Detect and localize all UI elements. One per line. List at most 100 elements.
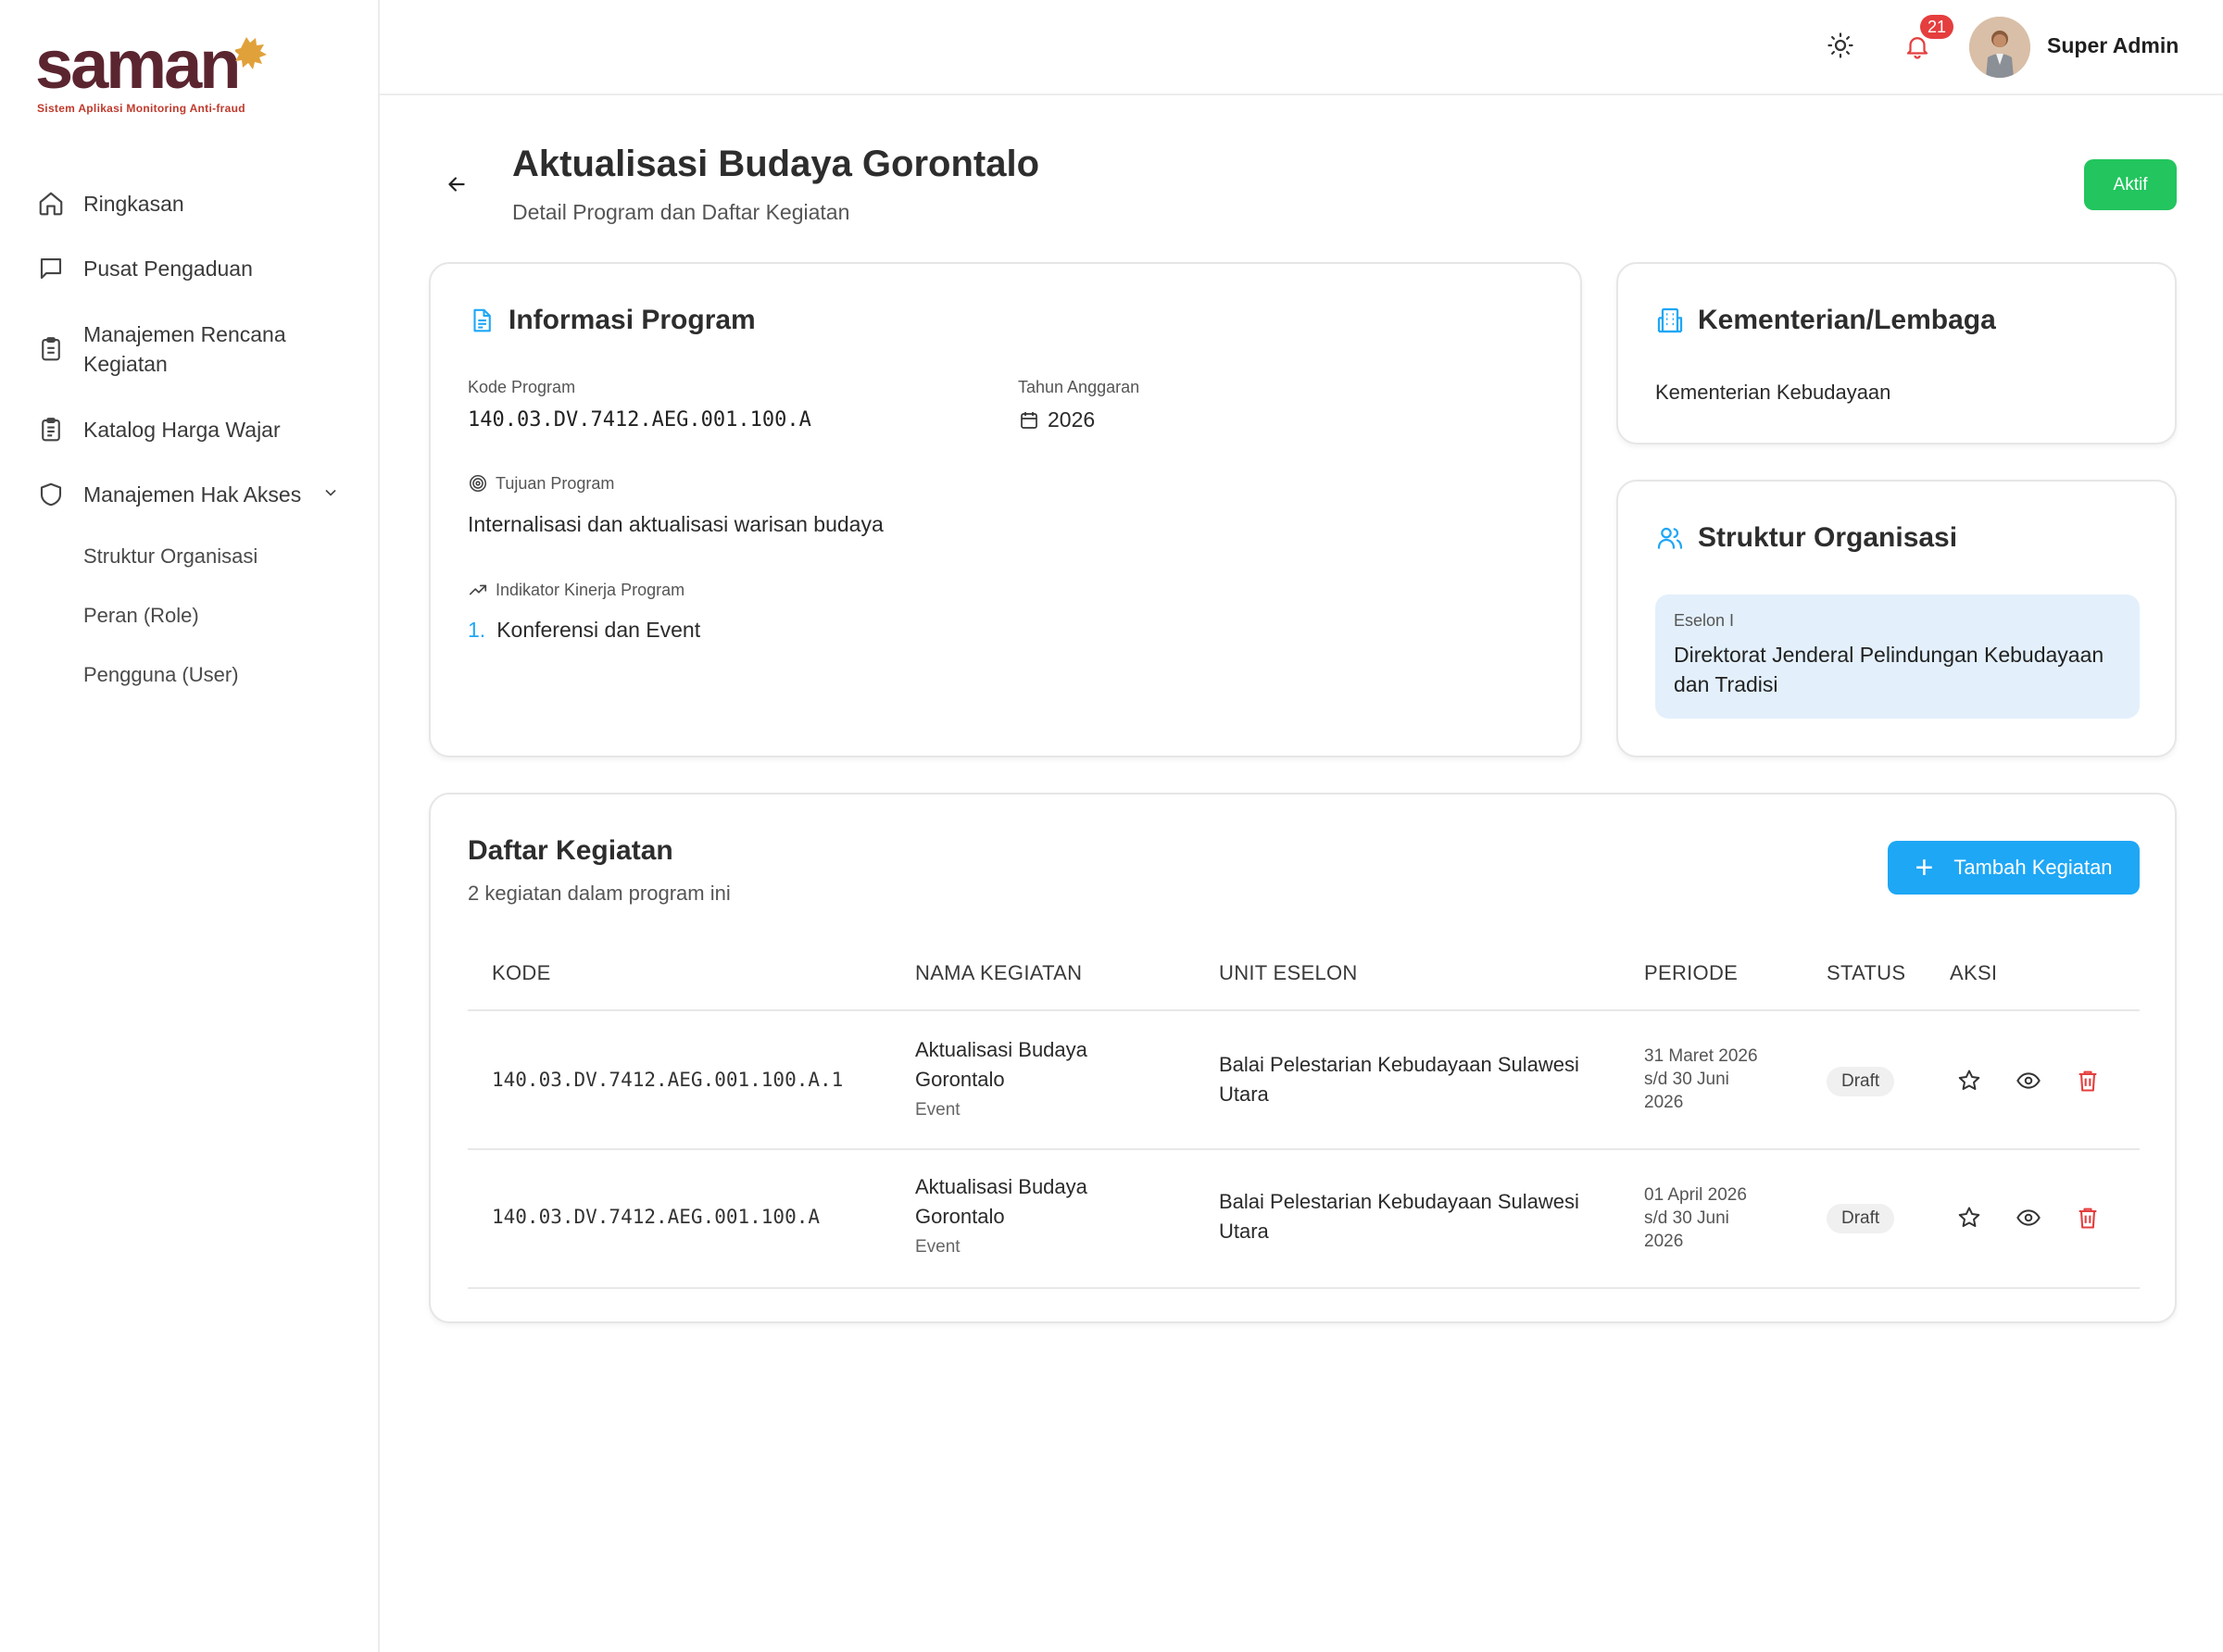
indikator-value: Konferensi dan Event — [496, 618, 701, 642]
star-icon[interactable] — [1956, 1068, 1982, 1094]
chevron-down-icon[interactable] — [321, 482, 340, 507]
document-icon — [468, 306, 496, 335]
jenis-kegiatan: Event — [915, 1237, 961, 1257]
trash-icon[interactable] — [2075, 1067, 2101, 1095]
star-icon[interactable] — [1956, 1205, 1982, 1231]
sidebar-subitem-struktur[interactable]: Struktur Organisasi — [0, 527, 380, 586]
kode-program-value: 140.03.DV.7412.AEG.001.100.A — [468, 408, 811, 432]
section-subtitle: 2 kegiatan dalam program ini — [468, 882, 731, 905]
periode-start: 31 Maret 2026 — [1644, 1046, 1758, 1066]
theme-toggle-sun-icon[interactable] — [1827, 31, 1854, 64]
card-title: Kementerian/Lembaga — [1655, 305, 1996, 336]
card-title-text: Informasi Program — [509, 305, 756, 335]
indikator-label: Indikator Kinerja Program — [496, 580, 685, 599]
logo-tagline: Sistem Aplikasi Monitoring Anti-fraud — [37, 102, 245, 115]
sidebar-item-katalog-harga[interactable]: Katalog Harga Wajar — [0, 397, 380, 462]
sidebar-item-label: Manajemen Rencana Kegiatan — [83, 322, 286, 376]
sidebar-item-pusat-pengaduan[interactable]: Pusat Pengaduan — [0, 236, 380, 301]
sidebar-subitem-pengguna[interactable]: Pengguna (User) — [0, 645, 380, 705]
card-title: Informasi Program — [468, 305, 756, 336]
table-row[interactable]: 140.03.DV.7412.AEG.001.100.A Aktualisasi… — [468, 1150, 2140, 1289]
informasi-program-card: Informasi Program Kode Program 140.03.DV… — [429, 262, 1582, 757]
notification-badge: 21 — [1920, 15, 1954, 39]
status-cell: Draft — [1827, 1067, 1895, 1096]
sidebar-item-label: Pusat Pengaduan — [83, 256, 253, 281]
column-header: PERIODE — [1644, 961, 1739, 984]
add-kegiatan-label: Tambah Kegiatan — [1953, 856, 2113, 879]
struktur-organisasi-card: Struktur Organisasi Eselon I Direktorat … — [1616, 480, 2177, 757]
sidebar: saman Sistem Aplikasi Monitoring Anti-fr… — [0, 0, 380, 1652]
eye-icon[interactable] — [2016, 1205, 2041, 1231]
topbar: 21 Super Admin — [380, 0, 2223, 95]
nama-kegiatan[interactable]: Aktualisasi Budaya Gorontalo — [915, 1172, 1137, 1232]
column-header: STATUS — [1827, 961, 1906, 984]
card-title-text: Struktur Organisasi — [1698, 522, 1958, 553]
tahun-anggaran: 2026 — [1018, 407, 1095, 432]
eye-icon[interactable] — [2016, 1068, 2041, 1094]
card-title: Struktur Organisasi — [1655, 522, 1957, 554]
unit-cell: Balai Pelestarian Kebudayaan Sulawesi Ut… — [1219, 1053, 1579, 1106]
card-title-text: Kementerian/Lembaga — [1698, 305, 1996, 335]
sidebar-item-label: Manajemen Hak Akses — [83, 482, 302, 507]
building-icon — [1655, 306, 1685, 335]
eselon-box: Eselon I Direktorat Jenderal Pelindungan… — [1655, 594, 2140, 719]
app-logo[interactable]: saman Sistem Aplikasi Monitoring Anti-fr… — [35, 26, 267, 115]
chat-icon — [35, 253, 67, 284]
add-kegiatan-button[interactable]: + Tambah Kegiatan — [1888, 841, 2140, 895]
trash-icon[interactable] — [2075, 1204, 2101, 1232]
page-subtitle: Detail Program dan Daftar Kegiatan — [512, 200, 850, 224]
column-header: NAMA KEGIATAN — [915, 961, 1083, 984]
periode-year: 2026 — [1644, 1232, 1684, 1251]
avatar[interactable] — [1969, 17, 2030, 78]
app-root: saman Sistem Aplikasi Monitoring Anti-fr… — [0, 0, 2223, 1652]
page-title: Aktualisasi Budaya Gorontalo — [512, 144, 1040, 184]
nama-cell: Aktualisasi Budaya Gorontalo Event — [915, 1035, 1137, 1120]
indikator-label-row: Indikator Kinerja Program — [468, 580, 684, 600]
periode-cell: 01 April 2026 s/d 30 Juni 2026 — [1644, 1183, 1783, 1253]
table-row[interactable]: 140.03.DV.7412.AEG.001.100.A.1 Aktualisa… — [468, 1011, 2140, 1150]
sidebar-item-manajemen-rencana[interactable]: Manajemen Rencana Kegiatan — [0, 301, 380, 397]
sidebar-item-hak-akses[interactable]: Manajemen Hak Akses — [0, 462, 380, 527]
indikator-list-item: 1. Konferensi dan Event — [468, 618, 700, 643]
kementerian-value: Kementerian Kebudayaan — [1655, 381, 1891, 404]
back-arrow-icon[interactable] — [445, 172, 469, 201]
periode-cell: 31 Maret 2026 s/d 30 Juni 2026 — [1644, 1045, 1783, 1114]
unit-cell: Balai Pelestarian Kebudayaan Sulawesi Ut… — [1219, 1190, 1579, 1243]
clipboard-icon — [35, 333, 67, 365]
calendar-icon — [1018, 409, 1040, 432]
target-icon — [468, 473, 488, 494]
sidebar-subitem-peran[interactable]: Peran (Role) — [0, 586, 380, 645]
tujuan-program-label-row: Tujuan Program — [468, 473, 614, 494]
nama-kegiatan[interactable]: Aktualisasi Budaya Gorontalo — [915, 1035, 1137, 1095]
trending-up-icon — [468, 580, 488, 600]
tahun-anggaran-label: Tahun Anggaran — [1018, 378, 1140, 396]
tujuan-program-label: Tujuan Program — [496, 473, 615, 493]
plus-icon: + — [1915, 850, 1934, 885]
table-divider — [468, 1287, 2140, 1289]
column-header: KODE — [492, 961, 551, 984]
daftar-kegiatan-card: Daftar Kegiatan 2 kegiatan dalam program… — [429, 793, 2177, 1323]
column-header: AKSI — [1950, 961, 1998, 984]
sidebar-item-ringkasan[interactable]: Ringkasan — [0, 171, 380, 236]
tahun-anggaran-value: 2026 — [1048, 407, 1096, 432]
eselon-value: Direktorat Jenderal Pelindungan Kebudaya… — [1674, 643, 2104, 696]
column-header: UNIT ESELON — [1219, 961, 1358, 984]
sidebar-item-label: Ringkasan — [83, 191, 184, 216]
clipboard-list-icon — [35, 414, 67, 445]
kode-cell: 140.03.DV.7412.AEG.001.100.A — [492, 1206, 821, 1228]
kode-program-label: Kode Program — [468, 378, 576, 396]
indikator-number: 1. — [468, 618, 486, 642]
nama-cell: Aktualisasi Budaya Gorontalo Event — [915, 1172, 1137, 1258]
user-name[interactable]: Super Admin — [2047, 33, 2179, 58]
logo-text: saman — [35, 26, 241, 103]
eselon-label: Eselon I — [1674, 611, 1735, 630]
sidebar-item-label: Katalog Harga Wajar — [83, 417, 281, 442]
users-icon — [1655, 523, 1685, 553]
periode-start: 01 April 2026 — [1644, 1185, 1747, 1205]
status-badge: Draft — [1827, 1204, 1895, 1233]
periode-end: s/d 30 Juni — [1644, 1208, 1729, 1228]
status-badge[interactable]: Aktif — [2084, 159, 2177, 210]
periode-year: 2026 — [1644, 1093, 1684, 1112]
logo-mark-icon — [233, 33, 274, 75]
tujuan-program-value: Internalisasi dan aktualisasi warisan bu… — [468, 512, 884, 536]
